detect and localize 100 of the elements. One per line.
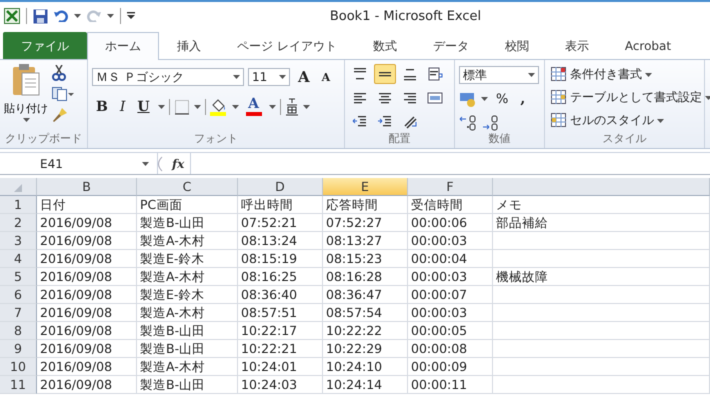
decrease-decimal-icon[interactable] — [481, 115, 499, 131]
column-header[interactable]: C — [137, 178, 238, 196]
brush-icon[interactable] — [52, 107, 68, 123]
table-cell: 製造A-木村 — [137, 232, 238, 250]
row-header[interactable]: 11 — [0, 376, 37, 394]
table-cell: 機械故障 — [493, 268, 710, 286]
table-cell: 2016/09/08 — [37, 340, 137, 358]
table-cell: 10:22:21 — [238, 340, 323, 358]
caret-icon — [107, 14, 114, 18]
fill-color-icon[interactable] — [210, 98, 228, 116]
table-cell: 10:22:22 — [323, 322, 408, 340]
table-cell: 00:00:05 — [408, 322, 493, 340]
font-size-field[interactable]: 11 — [248, 68, 290, 86]
ribbon-tab[interactable]: ファイル — [3, 32, 87, 59]
number-format-field[interactable]: 標準 — [459, 66, 539, 84]
table-cell: 00:00:03 — [408, 268, 493, 286]
table-cell: 2016/09/08 — [37, 304, 137, 322]
table-cell: 00:00:06 — [408, 214, 493, 232]
row-header[interactable]: 4 — [0, 250, 37, 268]
middle-align-button[interactable] — [374, 64, 396, 84]
italic-button[interactable]: I — [116, 97, 130, 117]
table-cell: 08:57:54 — [323, 304, 408, 322]
column-header[interactable]: B — [37, 178, 137, 196]
table-cell: 2016/09/08 — [37, 358, 137, 376]
table-cell: 10:22:17 — [238, 322, 323, 340]
table-cell: 10:24:14 — [323, 376, 408, 394]
style-button[interactable]: セルのスタイル — [549, 110, 710, 131]
table-cell: 10:24:10 — [323, 358, 408, 376]
currency-icon[interactable] — [459, 91, 477, 107]
table-cell: 08:13:24 — [238, 232, 323, 250]
ribbon-tab[interactable]: 数式 — [354, 32, 415, 59]
table-cell: 08:15:19 — [238, 250, 323, 268]
table-cell: 製造B-山田 — [137, 340, 238, 358]
caret-icon — [302, 105, 310, 109]
lines-icon — [402, 66, 418, 82]
lines-icon — [377, 113, 393, 130]
copy-icon[interactable] — [52, 87, 74, 101]
table-cell: メモ — [493, 196, 710, 214]
group-label: フォント — [193, 132, 239, 147]
ribbon-tab[interactable]: データ — [414, 32, 487, 59]
column-header[interactable]: F — [408, 178, 493, 196]
grow-font-button[interactable]: A — [294, 67, 314, 87]
bold-button[interactable]: B — [92, 97, 112, 117]
row-header[interactable]: 2 — [0, 214, 37, 232]
caret-icon — [74, 14, 81, 18]
table-cell: 製造A-木村 — [137, 268, 238, 286]
undo-icon[interactable] — [54, 10, 68, 22]
row-header[interactable]: 10 — [0, 358, 37, 376]
table-cell: 10:24:03 — [238, 376, 323, 394]
shrink-font-button[interactable]: A — [318, 67, 334, 87]
excel-icon[interactable] — [4, 8, 20, 24]
ribbon-tab[interactable]: 校閲 — [486, 32, 547, 59]
row-header[interactable]: 8 — [0, 322, 37, 340]
row-header[interactable]: 6 — [0, 286, 37, 304]
table-cell: 応答時間 — [323, 196, 408, 214]
table-cell: 08:36:47 — [323, 286, 408, 304]
ribbon-tab[interactable]: 表示 — [546, 32, 607, 59]
table-cell: 00:00:11 — [408, 376, 493, 394]
comma-button[interactable]: , — [516, 89, 530, 109]
column-header[interactable]: D — [238, 178, 323, 196]
caret-icon — [268, 105, 276, 109]
paste-button[interactable]: 貼り付け — [4, 63, 48, 132]
insert-function-button[interactable]: fx — [166, 156, 190, 170]
scissors-icon[interactable] — [52, 65, 66, 81]
style-button[interactable]: 条件付き書式 — [549, 64, 710, 85]
column-header[interactable]: E — [323, 178, 408, 196]
row-header[interactable]: 3 — [0, 232, 37, 250]
lines-icon — [427, 66, 443, 82]
ribbon-tab[interactable]: ホーム — [87, 32, 159, 60]
table-cell: 07:52:21 — [238, 214, 323, 232]
table-cell: 製造B-山田 — [137, 376, 238, 394]
font-name-field[interactable]: ＭＳ Ｐゴシック — [92, 68, 244, 86]
ribbon-tab[interactable]: Acrobat — [606, 32, 690, 59]
table-cell: 2016/09/08 — [37, 286, 137, 304]
save-icon[interactable] — [33, 8, 48, 24]
caret-icon — [528, 73, 535, 77]
row-header[interactable]: 1 — [0, 196, 37, 214]
table-cell: 2016/09/08 — [37, 268, 137, 286]
increase-decimal-icon[interactable] — [459, 115, 477, 131]
table-cell: 00:00:09 — [408, 358, 493, 376]
percent-button[interactable]: % — [492, 89, 512, 109]
table-cell: 2016/09/08 — [37, 250, 137, 268]
name-box[interactable]: E41 — [0, 153, 158, 174]
group-label: 配置 — [388, 132, 412, 147]
underline-button[interactable]: U — [133, 97, 154, 117]
table-cell: 00:00:08 — [408, 340, 493, 358]
customize-icon[interactable] — [127, 12, 135, 20]
table-cell: 00:00:03 — [408, 232, 493, 250]
row-header[interactable]: 7 — [0, 304, 37, 322]
caret-icon — [645, 72, 652, 76]
phonetic-icon[interactable] — [284, 98, 299, 116]
row-header[interactable]: 5 — [0, 268, 37, 286]
borders-icon[interactable] — [174, 99, 190, 115]
font-color-button[interactable]: A — [242, 95, 265, 119]
ribbon-tab[interactable]: 挿入 — [159, 32, 219, 59]
table-icon — [551, 113, 567, 128]
ribbon-tab[interactable]: ページ レイアウト — [219, 32, 355, 59]
row-header[interactable]: 9 — [0, 340, 37, 358]
table-cell: 10:22:29 — [323, 340, 408, 358]
style-button[interactable]: テーブルとして書式設定 — [549, 87, 710, 108]
